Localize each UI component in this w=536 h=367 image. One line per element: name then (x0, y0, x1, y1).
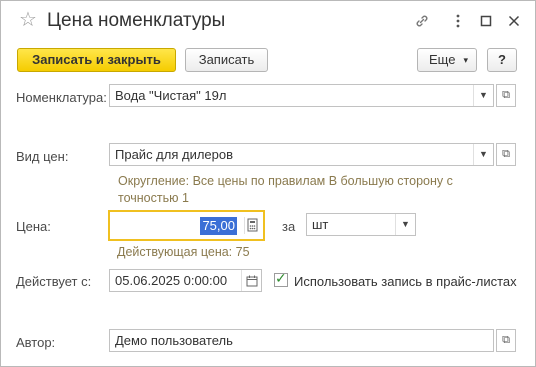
price-type-field[interactable]: Прайс для дилеров ▼ (109, 143, 494, 166)
link-icon[interactable] (413, 13, 431, 31)
price-label: Цена: (16, 219, 51, 234)
author-label: Автор: (16, 335, 56, 350)
use-in-pricelists-label[interactable]: Использовать запись в прайс-листах (294, 274, 517, 289)
author-field[interactable]: Демо пользователь (109, 329, 494, 352)
price-type-value: Прайс для дилеров (115, 147, 234, 162)
price-input[interactable]: 75,00 (108, 210, 265, 241)
author-value: Демо пользователь (115, 333, 233, 348)
effective-date-value: 05.06.2025 0:00:00 (115, 273, 228, 288)
rounding-hint-line2: точностью 1 (118, 191, 189, 205)
item-value: Вода "Чистая" 19л (115, 88, 227, 103)
open-price-type-button[interactable]: ⧉ (496, 143, 516, 166)
open-icon: ⧉ (502, 334, 510, 346)
more-vertical-icon[interactable] (449, 13, 467, 31)
help-button[interactable]: ? (487, 48, 517, 72)
price-type-label: Вид цен: (16, 149, 69, 164)
close-icon[interactable] (505, 13, 523, 31)
item-field[interactable]: Вода "Чистая" 19л ▼ (109, 84, 494, 107)
open-author-button[interactable]: ⧉ (496, 329, 516, 352)
chevron-down-icon[interactable]: ▼ (395, 214, 415, 235)
maximize-icon[interactable] (477, 13, 495, 31)
effective-date-field[interactable]: 05.06.2025 0:00:00 (109, 269, 262, 292)
open-icon: ⧉ (502, 148, 510, 160)
unit-value: шт (312, 217, 329, 232)
chevron-down-icon[interactable]: ▼ (473, 144, 493, 165)
item-label: Номенклатура: (16, 90, 107, 105)
window-title: Цена номенклатуры (47, 10, 226, 31)
open-item-button[interactable]: ⧉ (496, 84, 516, 107)
open-icon: ⧉ (502, 89, 510, 101)
rounding-hint-line1: Округление: Все цены по правилам В больш… (118, 174, 453, 188)
save-and-close-button[interactable]: Записать и закрыть (17, 48, 176, 72)
star-icon[interactable]: ☆ (19, 10, 37, 30)
more-label: Еще (429, 52, 456, 67)
unit-field[interactable]: шт ▼ (306, 213, 416, 236)
price-form-window: ☆ Цена номенклатуры Записать и закрыть З… (0, 0, 536, 367)
checkmark-icon: ✓ (275, 270, 287, 286)
chevron-down-icon: ▾ (463, 55, 468, 65)
price-value: 75,00 (200, 217, 237, 235)
calculator-icon[interactable] (244, 217, 258, 234)
use-in-pricelists-checkbox[interactable]: ✓ (274, 270, 288, 287)
calendar-icon[interactable] (241, 270, 261, 291)
chevron-down-icon[interactable]: ▼ (473, 85, 493, 106)
title-bar: ☆ Цена номенклатуры (1, 1, 535, 43)
more-button[interactable]: Еще ▾ (417, 48, 477, 72)
effective-date-label: Действует с: (16, 274, 92, 289)
per-label: за (282, 219, 296, 234)
current-price-hint: Действующая цена: 75 (117, 245, 250, 259)
save-button[interactable]: Записать (185, 48, 268, 72)
